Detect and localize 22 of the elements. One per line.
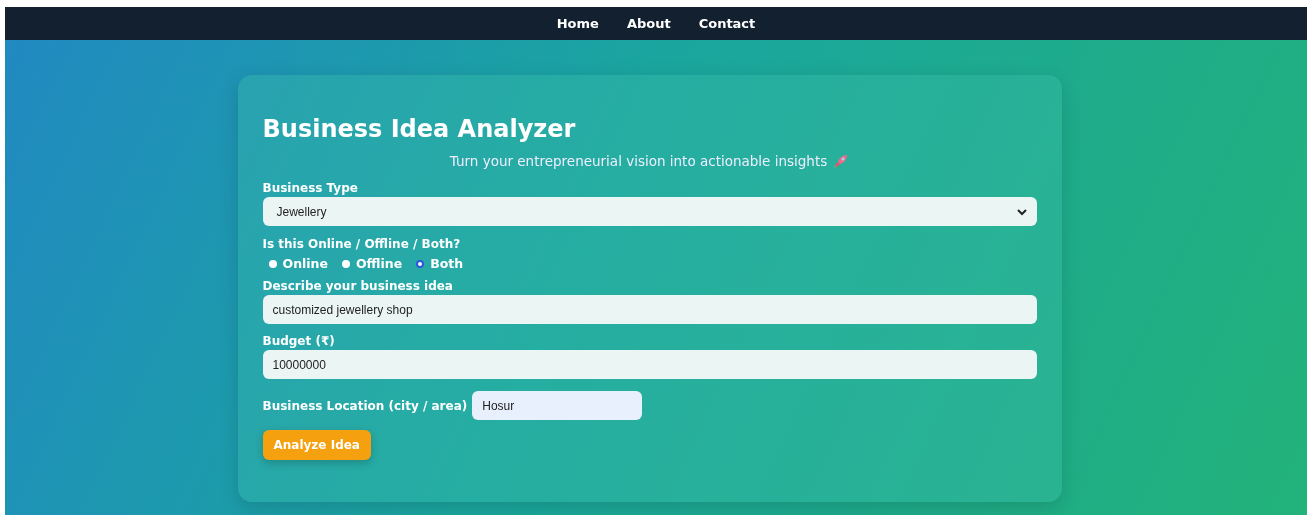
idea-input-field[interactable]: customized jewellery shop <box>262 295 1037 324</box>
field-label: Business Location (city / area) <box>262 398 468 413</box>
budget-input-field[interactable]: 10000000 <box>262 350 1037 379</box>
nav-link[interactable]: About <box>626 16 671 31</box>
radio-button[interactable] <box>268 259 277 268</box>
field-label: Budget (₹) <box>262 334 335 348</box>
field-label: Business Type <box>262 181 358 195</box>
nav-link[interactable]: Home <box>556 16 599 31</box>
radio-button[interactable] <box>342 259 350 268</box>
radio-button[interactable] <box>416 259 425 268</box>
field-label: Is this Online / Offline / Both? <box>262 237 461 251</box>
page-title: Business Idea Analyzer <box>262 115 577 143</box>
subtitle: Turn your entrepreneurial vision into actionable insights <box>449 153 828 169</box>
nav-link[interactable]: Contact <box>698 16 756 31</box>
radio-label: Offline <box>356 256 403 271</box>
radio-label: Both <box>430 256 464 271</box>
field-label: Describe your business idea <box>262 279 453 293</box>
location-input-field[interactable]: Hosur <box>472 391 643 420</box>
radio-label: Online <box>282 256 328 271</box>
business-type-dropdown[interactable]: Jewellery <box>262 197 1037 226</box>
rocket-icon <box>833 153 850 169</box>
chevron-down-icon <box>1016 207 1027 216</box>
